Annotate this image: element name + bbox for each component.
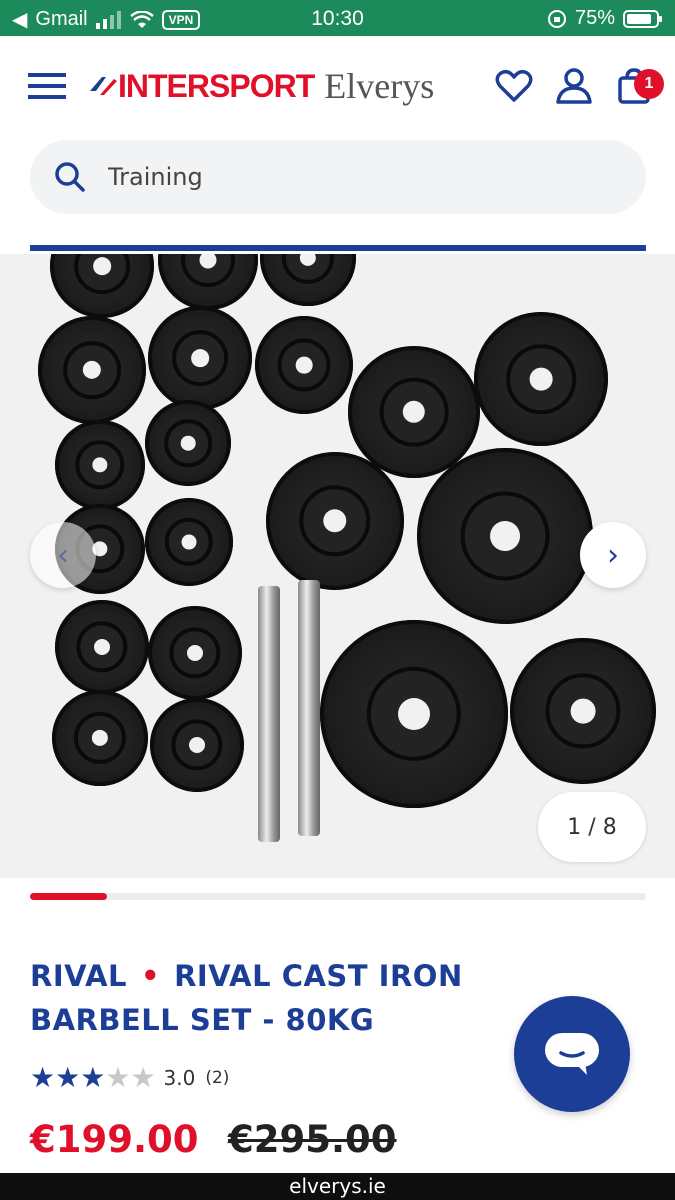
search-icon bbox=[55, 162, 85, 192]
orientation-lock-icon bbox=[547, 9, 566, 28]
rating-stars: ★★★★★ bbox=[30, 1064, 156, 1092]
gallery-counter: 1 / 8 bbox=[538, 792, 646, 862]
product-brand[interactable]: RIVAL bbox=[30, 959, 127, 993]
original-price: €295.00 bbox=[228, 1118, 397, 1161]
search-bar[interactable] bbox=[30, 140, 646, 214]
status-bar: ◀ Gmail VPN 10:30 75% bbox=[0, 0, 675, 36]
heart-icon[interactable] bbox=[494, 66, 534, 106]
browser-url-bar[interactable]: elverys.ie bbox=[0, 1173, 675, 1200]
user-icon[interactable] bbox=[554, 66, 594, 106]
product-rating[interactable]: ★★★★★ 3.0 (2) bbox=[30, 1064, 229, 1092]
divider bbox=[30, 245, 646, 251]
product-image-gallery[interactable]: ‹ › 1 / 8 bbox=[0, 254, 675, 878]
gallery-progress-bar bbox=[30, 893, 646, 900]
battery-icon bbox=[623, 9, 662, 28]
chat-bubble-icon bbox=[545, 1033, 599, 1075]
chat-button[interactable] bbox=[514, 996, 630, 1112]
gallery-next-button[interactable]: › bbox=[580, 522, 646, 588]
site-logo[interactable]: INTERSPORT Elverys bbox=[88, 66, 434, 106]
brand-separator: • bbox=[141, 959, 161, 993]
star-filled-icon: ★ bbox=[55, 1061, 81, 1094]
logo-sub: Elverys bbox=[324, 66, 435, 106]
menu-icon[interactable] bbox=[28, 72, 66, 100]
star-empty-icon: ★ bbox=[105, 1061, 131, 1094]
gallery-progress-fill bbox=[30, 893, 107, 900]
star-filled-icon: ★ bbox=[30, 1061, 56, 1094]
rating-value: 3.0 bbox=[163, 1066, 196, 1090]
search-input[interactable] bbox=[108, 163, 588, 191]
gallery-prev-button[interactable]: ‹ bbox=[30, 522, 96, 588]
cart-count-badge: 1 bbox=[634, 69, 664, 99]
star-filled-icon: ★ bbox=[80, 1061, 106, 1094]
site-header: INTERSPORT Elverys bbox=[0, 36, 675, 136]
rating-count: (2) bbox=[205, 1068, 230, 1088]
star-empty-icon: ★ bbox=[130, 1061, 156, 1094]
intersport-mark-icon bbox=[90, 77, 117, 95]
logo-brand: INTERSPORT bbox=[118, 67, 315, 104]
product-image[interactable] bbox=[0, 254, 675, 878]
current-price: €199.00 bbox=[30, 1118, 199, 1161]
battery-percent: 75% bbox=[574, 7, 615, 29]
